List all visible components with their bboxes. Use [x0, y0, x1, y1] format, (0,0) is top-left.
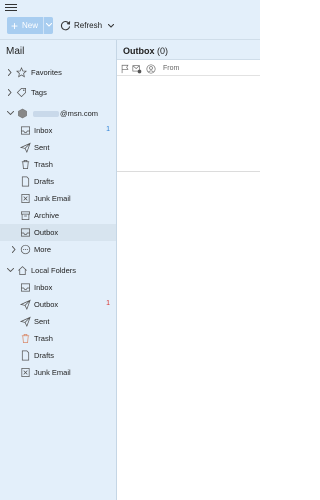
new-button[interactable]: + New — [7, 17, 53, 34]
refresh-icon — [60, 21, 71, 31]
more-icon — [20, 244, 31, 255]
new-dropdown-button[interactable] — [43, 17, 53, 34]
sidebar-item-drafts[interactable]: Drafts — [0, 173, 116, 190]
menu-icon[interactable] — [5, 2, 17, 12]
inbox-icon — [21, 126, 30, 135]
chevron-right-icon — [8, 89, 12, 96]
sidebar-item-label: Trash — [34, 160, 53, 169]
refresh-label: Refresh — [74, 21, 103, 30]
drafts-icon — [21, 176, 30, 187]
chevron-down-icon — [7, 268, 14, 272]
sidebar-item-sent[interactable]: Sent — [0, 139, 116, 156]
sidebar-item-label: Drafts — [34, 177, 55, 186]
message-list-pane: Outbox (0) From — [117, 40, 260, 500]
sidebar-local-folders[interactable]: Local Folders — [0, 262, 116, 279]
folder-count: (0) — [157, 46, 169, 56]
account-icon — [18, 108, 27, 119]
folder-name: Outbox — [123, 46, 155, 56]
folder-header: Outbox (0) — [117, 40, 260, 60]
sidebar-item-local-junk-email[interactable]: Junk Email — [0, 364, 116, 381]
account-email: @msn.com — [33, 109, 98, 118]
sidebar-item-label: Tags — [31, 88, 47, 97]
sidebar-item-more[interactable]: More — [0, 241, 116, 258]
column-header: From — [117, 61, 260, 76]
chevron-down-icon — [108, 23, 115, 28]
sent-icon — [20, 316, 31, 327]
plus-icon: + — [11, 18, 19, 33]
sidebar-account[interactable]: @msn.com — [0, 105, 116, 122]
toolbar: + New Refresh — [0, 0, 260, 40]
sidebar-item-label: Outbox — [34, 228, 59, 237]
sidebar-item-label: Junk Email — [34, 368, 71, 377]
sidebar-item-outbox[interactable]: Outbox — [0, 224, 116, 241]
chevron-down-icon — [46, 23, 52, 27]
sidebar-item-label: Junk Email — [34, 194, 71, 203]
sidebar-item-local-outbox[interactable]: Outbox 1 — [0, 296, 116, 313]
attachment-status-icon[interactable] — [132, 64, 142, 74]
unread-count: 1 — [106, 300, 110, 307]
flag-icon[interactable] — [120, 64, 130, 74]
outbox-icon — [21, 228, 30, 237]
sidebar-item-label: Archive — [34, 211, 60, 220]
contact-icon[interactable] — [146, 64, 156, 74]
sidebar-item-junk-email[interactable]: Junk Email — [0, 190, 116, 207]
junk-icon — [21, 194, 30, 203]
sidebar-item-label: Sent — [34, 143, 50, 152]
outbox-icon — [20, 299, 31, 310]
tag-icon — [16, 88, 26, 98]
sidebar-item-local-drafts[interactable]: Drafts — [0, 347, 116, 364]
junk-icon — [21, 368, 30, 377]
inbox-icon — [21, 283, 30, 292]
sidebar-item-label: Inbox — [34, 283, 53, 292]
sidebar-item-label: Sent — [34, 317, 50, 326]
drafts-icon — [21, 350, 30, 361]
sidebar-item-local-trash[interactable]: Trash — [0, 330, 116, 347]
chevron-down-icon — [7, 111, 14, 115]
star-icon — [16, 67, 27, 78]
trash-icon — [21, 160, 30, 169]
sidebar-item-label: Local Folders — [31, 266, 77, 275]
home-icon — [18, 266, 27, 275]
trash-icon — [21, 334, 30, 343]
column-from[interactable]: From — [163, 65, 179, 72]
sidebar-item-label: Inbox — [34, 126, 53, 135]
chevron-right-icon — [12, 246, 16, 253]
sidebar-item-tags[interactable]: Tags — [0, 84, 116, 101]
refresh-button[interactable]: Refresh — [60, 18, 115, 33]
sidebar-item-label: Outbox — [34, 300, 59, 309]
sidebar-item-archive[interactable]: Archive — [0, 207, 116, 224]
sidebar-item-label: Drafts — [34, 351, 55, 360]
folder-title: Outbox (0) — [123, 46, 168, 56]
archive-icon — [21, 211, 30, 220]
sidebar-item-trash[interactable]: Trash — [0, 156, 116, 173]
redacted-email — [33, 111, 59, 118]
unread-count: 1 — [106, 126, 110, 133]
folder-pane: Mail Favorites Tags @msn.com Inbox 1 Sen… — [0, 40, 117, 500]
new-button-label: New — [22, 21, 39, 30]
sent-icon — [20, 142, 31, 153]
chevron-right-icon — [8, 69, 12, 76]
sidebar-item-local-inbox[interactable]: Inbox — [0, 279, 116, 296]
sidebar-item-inbox[interactable]: Inbox 1 — [0, 122, 116, 139]
sidebar-item-favorites[interactable]: Favorites — [0, 64, 116, 81]
sidebar-item-label: Trash — [34, 334, 53, 343]
sidebar-item-local-sent[interactable]: Sent — [0, 313, 116, 330]
pane-title: Mail — [6, 46, 25, 57]
sidebar-item-label: Favorites — [31, 68, 62, 77]
sidebar-item-label: More — [34, 245, 52, 254]
pane-divider — [117, 171, 260, 172]
